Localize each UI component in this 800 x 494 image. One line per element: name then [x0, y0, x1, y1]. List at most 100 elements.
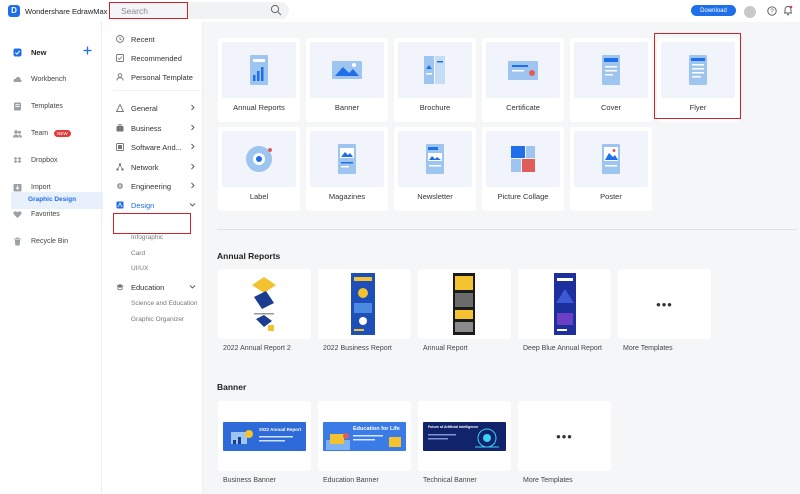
svg-text:?: ? — [770, 9, 774, 15]
picture-collage-thumbnail — [486, 131, 560, 187]
category-label: Business — [131, 123, 162, 133]
flyer-icon — [689, 55, 707, 85]
template-card-more-banner-templates[interactable]: ••• More Templates — [518, 401, 611, 484]
poster-thumbnail — [574, 131, 648, 187]
nav-recycle-bin[interactable]: Recycle Bin — [13, 235, 68, 247]
template-tile-poster[interactable]: Poster — [570, 127, 652, 211]
template-card-education-banner[interactable]: Education for Life Education Banner — [318, 401, 411, 484]
template-tile-magazines[interactable]: Magazines — [306, 127, 388, 211]
template-label: Brochure — [419, 103, 451, 112]
category-recent[interactable]: Recent — [116, 33, 196, 45]
category-label: General — [131, 103, 158, 113]
nav-team[interactable]: Team NEW — [13, 127, 71, 139]
template-tile-certificate[interactable]: Certificate — [482, 38, 564, 122]
section-title-annual-reports: Annual Reports — [217, 251, 281, 261]
magazines-thumbnail — [310, 131, 384, 187]
category-engineering[interactable]: Engineering — [116, 180, 196, 192]
banner-icon — [332, 61, 362, 79]
category-label: Personal Template — [131, 72, 193, 82]
template-tile-label[interactable]: Label — [218, 127, 300, 211]
nav-favorites[interactable]: Favorites — [13, 208, 60, 220]
certificate-thumbnail — [486, 42, 560, 98]
category-network[interactable]: Network — [116, 161, 196, 173]
card-caption: Annual Report — [423, 345, 468, 352]
subcategory-card[interactable]: Card — [131, 249, 145, 259]
category-education[interactable]: Education — [116, 281, 196, 293]
template-tile-newsletter[interactable]: Newsletter — [394, 127, 476, 211]
nav-dropbox[interactable]: Dropbox — [13, 154, 57, 166]
download-button[interactable]: Download — [691, 5, 736, 16]
category-software[interactable]: Software And... — [116, 141, 196, 153]
template-label: Picture Collage — [497, 192, 549, 201]
search-icon[interactable] — [270, 4, 282, 16]
subcategory-science-education[interactable]: Science and Education — [131, 299, 198, 309]
avatar[interactable] — [744, 6, 756, 18]
newsletter-icon — [426, 144, 444, 174]
template-tile-cover[interactable]: Cover — [570, 38, 652, 122]
nav-workbench[interactable]: Workbench — [13, 73, 66, 85]
template-label: Newsletter — [417, 192, 453, 201]
category-business[interactable]: Business — [116, 122, 196, 134]
help-icon[interactable]: ? — [767, 6, 777, 16]
annual-report-card-thumbnail — [453, 273, 475, 335]
template-tile-picture-collage[interactable]: Picture Collage — [482, 127, 564, 211]
plus-icon[interactable] — [83, 46, 92, 55]
edrawmax-logo-icon: D — [8, 5, 20, 17]
user-icon — [116, 73, 124, 81]
chevron-down-icon — [189, 285, 196, 289]
subcategory-ui-ux[interactable]: UI/UX — [131, 264, 148, 274]
design-icon — [116, 201, 124, 209]
template-card-business-banner[interactable]: 2022 Annual Report Business Banner — [218, 401, 311, 484]
template-label: Banner — [334, 103, 360, 112]
chevron-right-icon — [191, 182, 195, 189]
nav-item-label: Team — [31, 129, 49, 137]
template-icon — [14, 102, 21, 110]
chevron-right-icon — [191, 124, 195, 131]
category-personal-template[interactable]: Personal Template — [116, 71, 196, 83]
card-caption: More Templates — [523, 477, 573, 484]
template-tile-annual-reports[interactable]: Annual Reports — [218, 38, 300, 122]
bell-icon[interactable] — [783, 5, 793, 16]
banner-art-text: Education for Life — [353, 426, 400, 432]
card-caption: 2022 Business Report — [323, 345, 392, 352]
subcategory-graphic-design[interactable]: Graphic Design — [11, 192, 103, 209]
template-label: Flyer — [689, 103, 707, 112]
business-icon — [116, 124, 124, 132]
category-recommended[interactable]: Recommended — [116, 52, 196, 64]
app-title: Wondershare EdrawMax — [25, 6, 108, 16]
banner-art-text: 2022 Annual Report — [259, 427, 302, 432]
education-banner-thumbnail: Education for Life — [323, 422, 406, 451]
search-bar[interactable] — [109, 2, 289, 19]
subcategory-infographic[interactable]: Infographic — [131, 233, 163, 243]
category-general[interactable]: General — [116, 102, 196, 114]
more-dots-icon: ••• — [656, 297, 673, 312]
template-card-deep-blue-annual-report[interactable]: Deep Blue Annual Report — [518, 269, 611, 352]
template-tile-brochure[interactable]: Brochure — [394, 38, 476, 122]
software-icon — [116, 143, 124, 151]
category-divider — [113, 90, 201, 91]
brochure-icon — [424, 56, 445, 84]
template-tile-flyer[interactable]: Flyer — [657, 38, 739, 122]
category-design[interactable]: Design — [116, 199, 196, 211]
template-card-2022-annual-report-2[interactable]: 2022 Annual Report 2 — [218, 269, 311, 352]
nav-new[interactable]: New — [13, 46, 46, 58]
search-input[interactable] — [109, 2, 188, 19]
trash-icon — [14, 237, 21, 245]
card-caption: Deep Blue Annual Report — [523, 345, 602, 352]
template-card-more-templates[interactable]: ••• More Templates — [618, 269, 711, 352]
label-icon — [246, 146, 272, 172]
annual-report-thumbnail — [222, 42, 296, 98]
heart-icon — [13, 210, 22, 218]
template-card-technical-banner[interactable]: Future of Artificial Intelligence Techni… — [418, 401, 511, 484]
category-panel — [103, 22, 203, 494]
magazine-icon — [338, 144, 356, 174]
template-card-annual-report[interactable]: Annual Report — [418, 269, 511, 352]
nav-item-label: Favorites — [31, 210, 60, 218]
subcategory-graphic-organizer[interactable]: Graphic Organizer — [131, 315, 184, 325]
template-card-2022-business-report[interactable]: 2022 Business Report — [318, 269, 411, 352]
nav-templates[interactable]: Templates — [13, 100, 63, 112]
poster-icon — [602, 144, 620, 174]
app-logo[interactable]: D Wondershare EdrawMax — [8, 5, 107, 17]
nav-item-label: Recycle Bin — [31, 237, 68, 245]
template-tile-banner[interactable]: Banner — [306, 38, 388, 122]
